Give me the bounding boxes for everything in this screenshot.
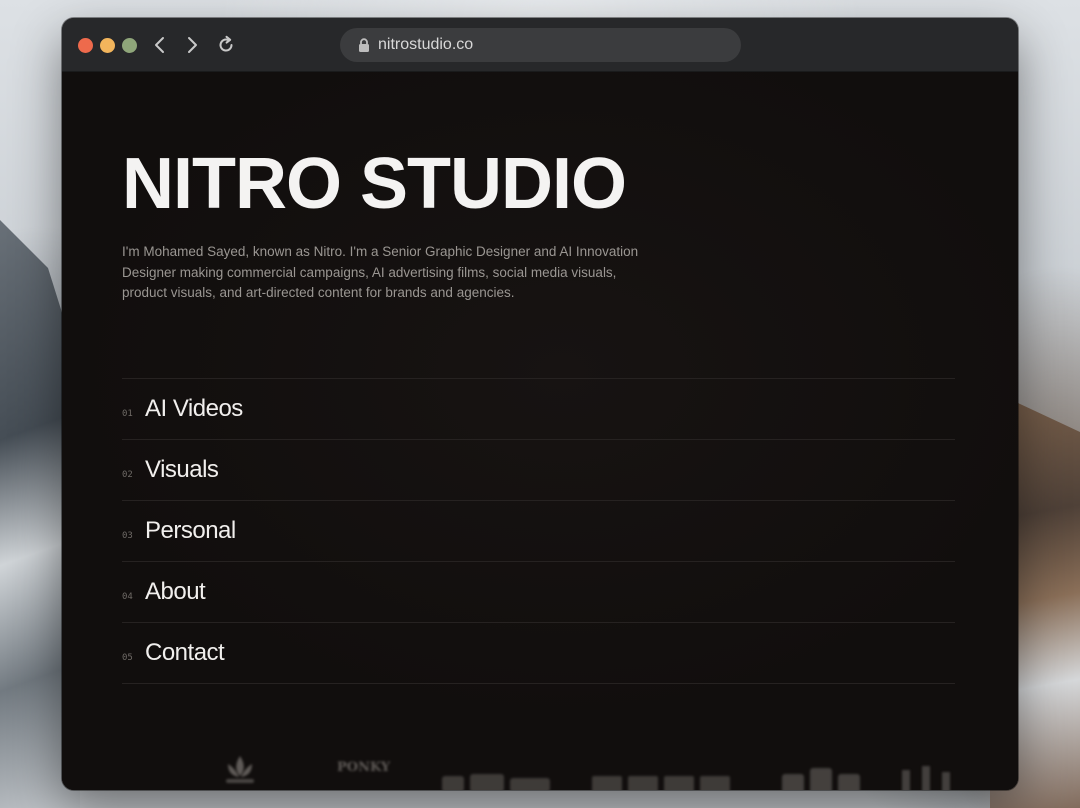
lock-icon <box>359 37 369 52</box>
reload-icon <box>219 35 233 52</box>
menu-item-contact[interactable]: 05 Contact <box>122 623 955 684</box>
back-button[interactable] <box>146 31 174 59</box>
client-logo-icon <box>902 766 950 790</box>
menu-item-label: Contact <box>145 639 225 666</box>
address-bar[interactable]: nitrostudio.co <box>340 28 741 62</box>
client-logo-icon <box>592 776 730 790</box>
menu-item-label: About <box>145 578 206 605</box>
lotus-logo-icon <box>226 756 254 783</box>
client-logo-icon <box>442 774 550 790</box>
reload-button[interactable] <box>212 31 240 59</box>
menu-item-number: 05 <box>122 652 133 663</box>
chevron-left-icon <box>155 37 164 53</box>
menu-item-number: 02 <box>122 469 133 480</box>
menu-item-personal[interactable]: 03 Personal <box>122 501 955 562</box>
menu-item-label: AI Videos <box>145 395 243 422</box>
forward-button[interactable] <box>178 31 206 59</box>
browser-titlebar: nitrostudio.co <box>62 18 1018 72</box>
page-content: NITRO STUDIO I'm Mohamed Sayed, known as… <box>62 72 1018 790</box>
menu-item-label: Visuals <box>145 456 219 483</box>
menu-item-number: 04 <box>122 591 133 602</box>
menu-item-number: 01 <box>122 408 133 419</box>
chevron-right-icon <box>188 37 197 53</box>
minimize-window-button[interactable] <box>100 38 115 53</box>
url-text: nitrostudio.co <box>378 36 474 53</box>
menu-item-ai-videos[interactable]: 01 AI Videos <box>122 379 955 440</box>
client-logo-strip: PONKY <box>62 746 1018 790</box>
maximize-window-button[interactable] <box>122 38 137 53</box>
ponky-logo: PONKY <box>337 760 391 775</box>
menu-item-number: 03 <box>122 530 133 541</box>
menu-item-about[interactable]: 04 About <box>122 562 955 623</box>
main-menu: 01 AI Videos 02 Visuals 03 Personal 04 A… <box>122 378 955 684</box>
menu-item-visuals[interactable]: 02 Visuals <box>122 440 955 501</box>
close-window-button[interactable] <box>78 38 93 53</box>
client-logo-icon <box>782 768 860 790</box>
page-title: NITRO STUDIO <box>122 144 627 224</box>
browser-window: nitrostudio.co NITRO STUDIO I'm Mohamed … <box>62 18 1018 790</box>
hero-description: I'm Mohamed Sayed, known as Nitro. I'm a… <box>122 244 639 300</box>
menu-item-label: Personal <box>145 517 236 544</box>
